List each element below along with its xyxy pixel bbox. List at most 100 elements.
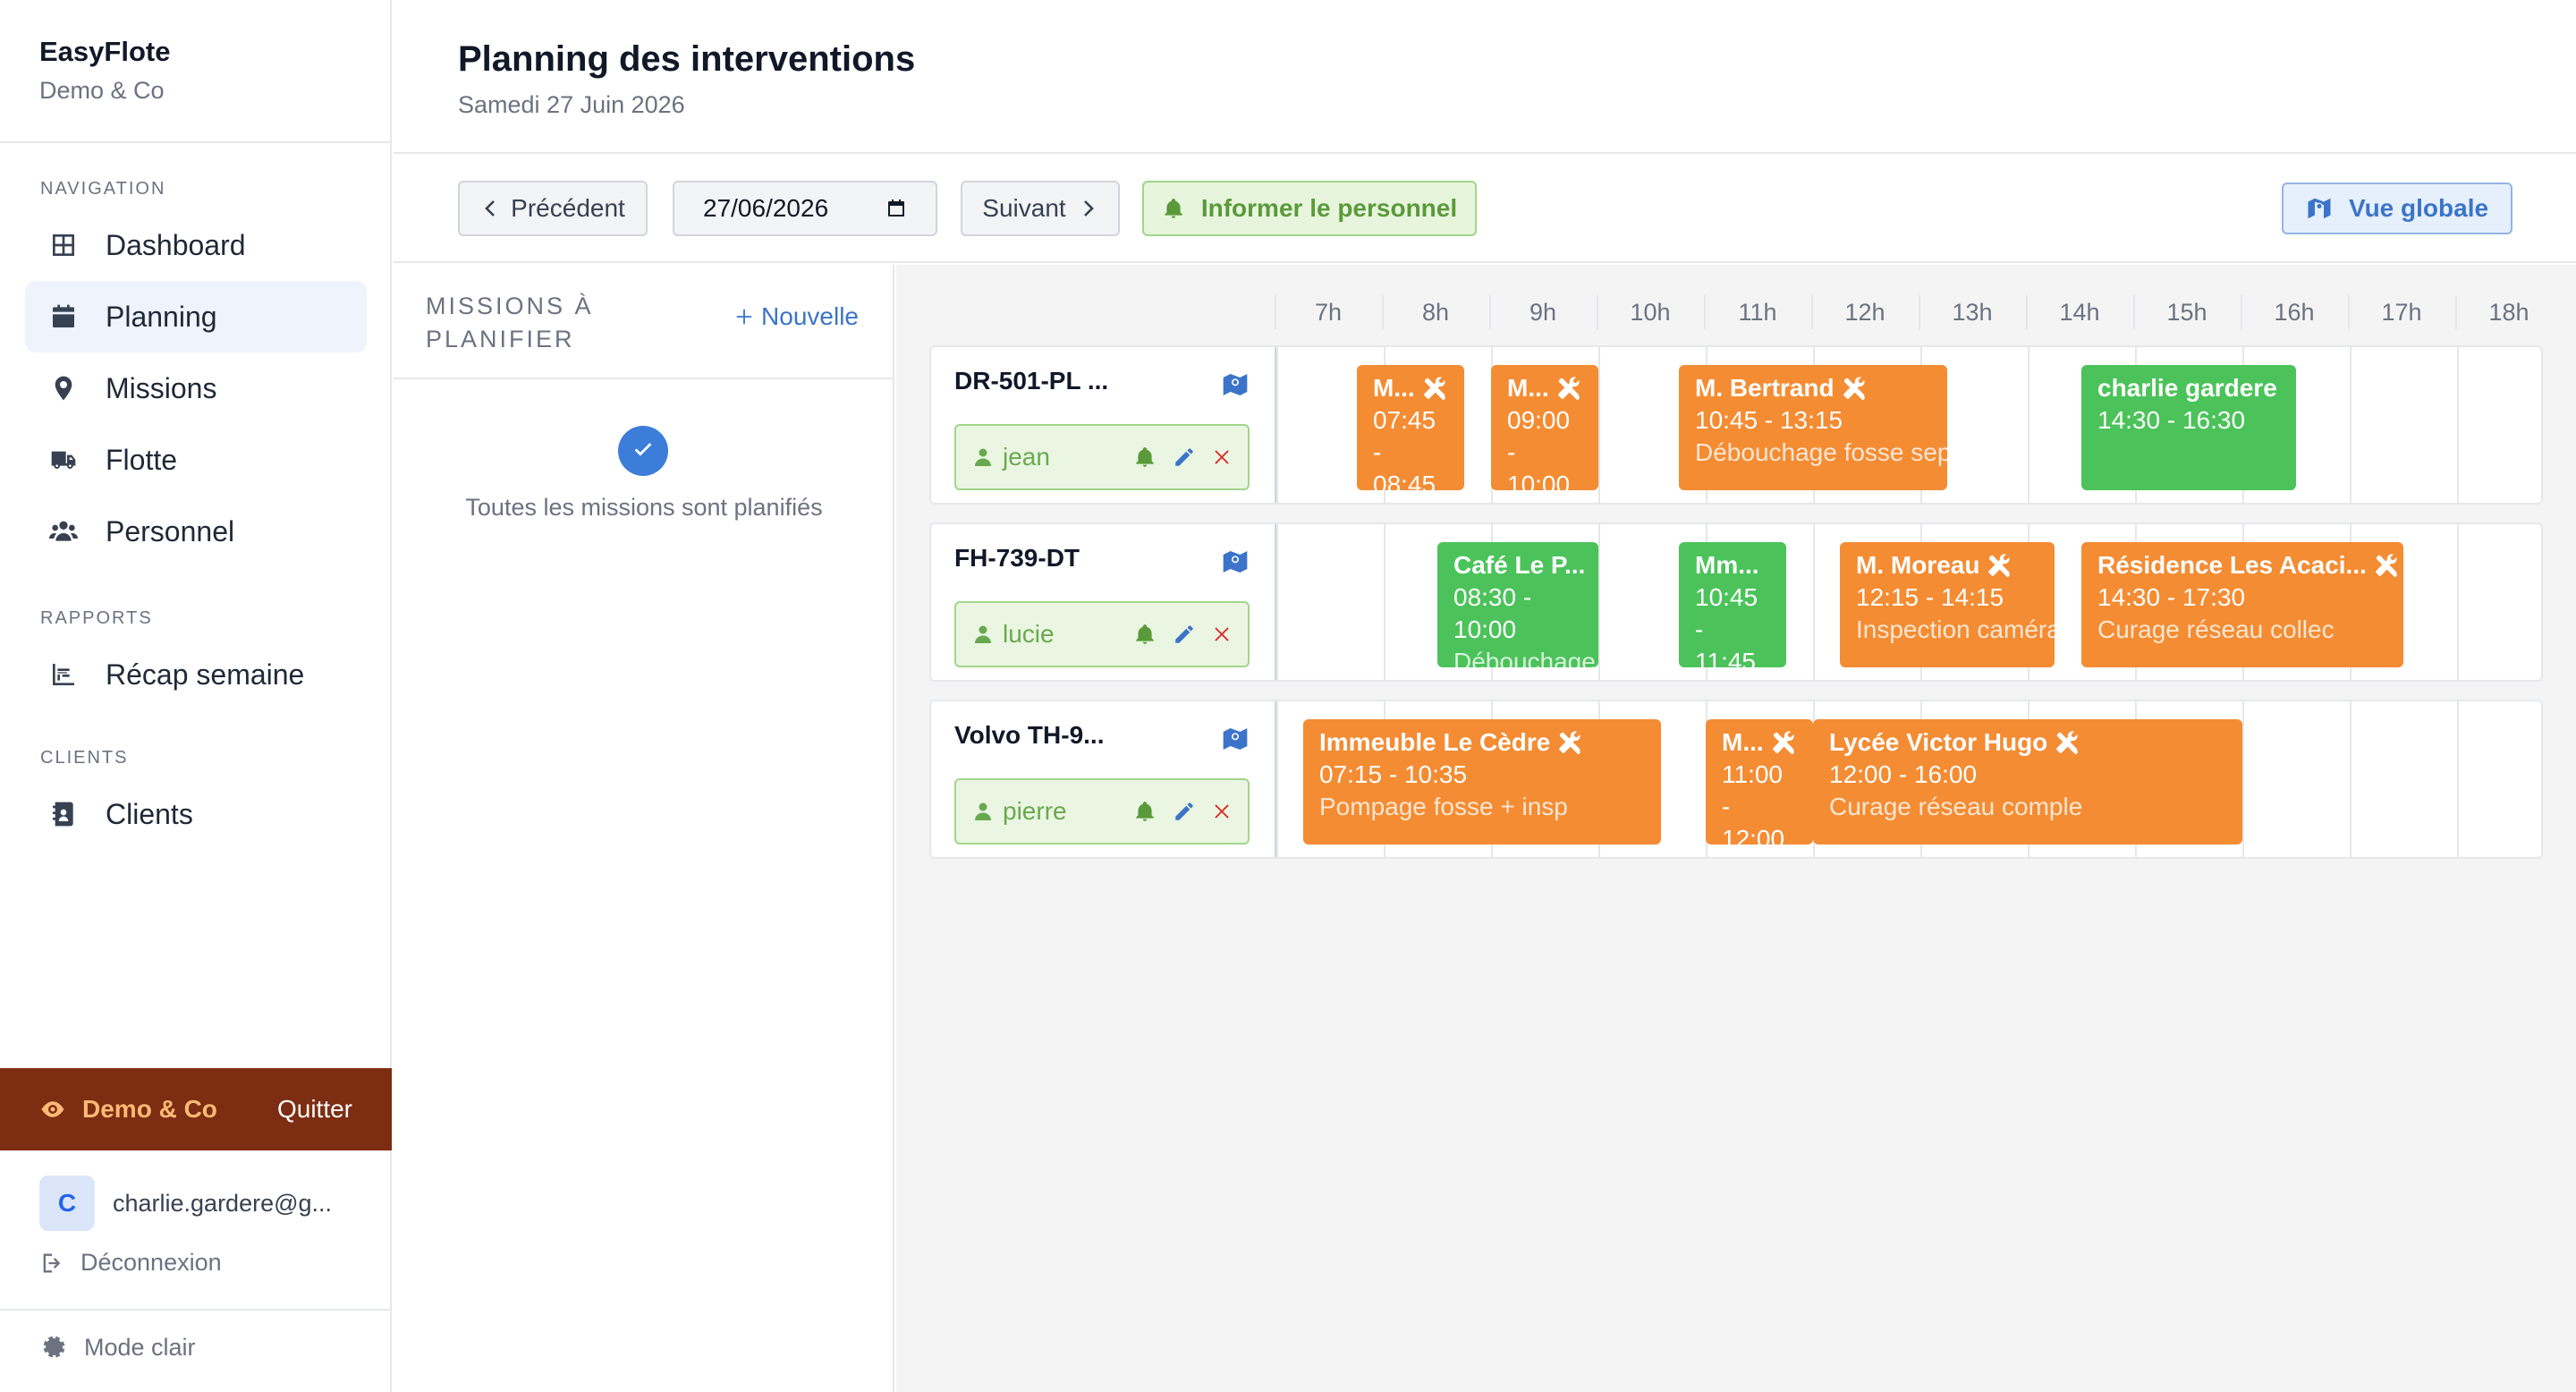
page-title: Planning des interventions	[458, 39, 916, 79]
mission-event[interactable]: Mm... 10:45 - 11:45	[1679, 542, 1786, 667]
notify-driver-button[interactable]	[1133, 623, 1157, 646]
remove-driver-button[interactable]	[1212, 447, 1232, 467]
sidebar-item-personnel[interactable]: Personnel	[25, 496, 367, 567]
calendar-icon	[48, 301, 79, 332]
mission-description: Débouchage fosse sep	[1695, 438, 1947, 466]
bar-chart-icon	[48, 659, 79, 690]
mission-description: Curage réseau collec	[2097, 615, 2334, 643]
remove-driver-button[interactable]	[1212, 624, 1232, 644]
sidebar-item-planning[interactable]: Planning	[25, 281, 367, 352]
users-icon	[48, 516, 79, 547]
missions-panel-title: MISSIONS À PLANIFIER	[426, 293, 594, 352]
pencil-icon	[1175, 448, 1193, 466]
sidebar-item-flotte[interactable]: Flotte	[25, 424, 367, 496]
notify-driver-button[interactable]	[1133, 800, 1157, 823]
date-picker[interactable]: 27/06/2026	[673, 181, 937, 236]
hour-grid-line	[2350, 701, 2351, 857]
notify-driver-button[interactable]	[1133, 446, 1157, 469]
mission-description: Pompage fosse + insp	[1319, 793, 1568, 820]
location-pin-icon	[48, 373, 79, 403]
sidebar-item-missions[interactable]: Missions	[25, 352, 367, 424]
global-view-button[interactable]: Vue globale	[2282, 182, 2512, 234]
planning-timeline: 7h 8h 9h 10h 11h 12h 13h 14h 15h 16h 17h 18h DR-501-…	[896, 265, 2576, 1392]
mission-event[interactable]: charlie gardere 14:30 - 16:30	[2081, 365, 2296, 490]
brand: EasyFlote Demo & Co	[39, 36, 170, 105]
driver-assignment: pierre	[954, 778, 1250, 845]
hour-grid-line	[1384, 524, 1385, 680]
vehicle-map-button[interactable]	[1221, 370, 1250, 399]
new-mission-button[interactable]: Nouvelle	[734, 302, 859, 331]
mission-time: 08:30 - 10:00	[1453, 583, 1532, 643]
sidebar-item-recap[interactable]: Récap semaine	[25, 639, 367, 710]
hour-grid-line	[1598, 524, 1600, 680]
mission-title-text: Immeuble Le Cèdre	[1319, 728, 1551, 756]
truck-icon	[48, 445, 79, 475]
previous-day-button[interactable]: Précédent	[458, 181, 648, 236]
sidebar: EasyFlote Demo & Co NAVIGATION Dashboard…	[0, 0, 392, 1392]
vehicle-label: FH-739-DT lucie	[931, 524, 1276, 680]
mission-time: 14:30 - 17:30	[2097, 583, 2246, 611]
mission-time: 11:00 - 12:00	[1722, 760, 1785, 845]
vehicle-name: Volvo TH-9...	[954, 721, 1105, 749]
sidebar-divider-bottom	[0, 1309, 390, 1311]
hour-grid-line	[1813, 524, 1815, 680]
contact-book-icon	[48, 799, 79, 829]
mission-time: 14:30 - 16:30	[2097, 406, 2246, 434]
edit-driver-button[interactable]	[1173, 446, 1196, 469]
logout-label: Déconnexion	[80, 1249, 222, 1276]
sidebar-item-clients[interactable]: Clients	[25, 778, 367, 850]
mission-title: M...	[1507, 374, 1588, 403]
sidebar-divider	[0, 141, 390, 143]
sidebar-item-dashboard[interactable]: Dashboard	[25, 209, 367, 281]
vehicle-name: FH-739-DT	[954, 544, 1080, 572]
logout-button[interactable]: Déconnexion	[39, 1249, 379, 1277]
edit-driver-button[interactable]	[1173, 800, 1196, 823]
impersonation-org: Demo & Co	[82, 1095, 217, 1123]
user-row: C charlie.gardere@g...	[39, 1176, 379, 1231]
mission-time: 12:15 - 14:15	[1856, 583, 2004, 611]
mission-title: Résidence Les Acaci...	[2097, 551, 2397, 580]
quit-impersonation-button[interactable]: Quitter	[277, 1095, 352, 1124]
vehicle-row: FH-739-DT lucie Café Le P... 08:30 - 10:00 D…	[929, 522, 2543, 682]
mission-event[interactable]: Café Le P... 08:30 - 10:00 Débouchage	[1437, 542, 1598, 667]
map-icon	[2308, 198, 2331, 219]
calendar-icon[interactable]	[886, 198, 907, 219]
next-day-button[interactable]: Suivant	[961, 181, 1120, 236]
vehicle-map-button[interactable]	[1221, 725, 1250, 753]
tools-icon	[1988, 554, 2011, 577]
mission-event[interactable]: Immeuble Le Cèdre 07:15 - 10:35 Pompage fo…	[1303, 719, 1661, 845]
hour-grid-line	[2028, 347, 2029, 503]
person-icon	[972, 801, 994, 822]
hour-grid-line	[2457, 347, 2459, 503]
hour-grid-line	[2457, 701, 2459, 857]
toolbar: Précédent 27/06/2026 Suivant Informer le…	[394, 156, 2576, 263]
page-header: Planning des interventions Samedi 27 Jui…	[394, 0, 2576, 154]
mission-description: Débouchage	[1453, 648, 1596, 667]
mission-time: 10:45 - 11:45	[1695, 583, 1758, 667]
mission-event[interactable]: M... 11:00 - 12:00	[1706, 719, 1813, 845]
missions-panel-header: MISSIONS À PLANIFIER Nouvelle	[394, 265, 893, 379]
mission-event[interactable]: Résidence Les Acaci... 14:30 - 17:30 Curag…	[2081, 542, 2403, 667]
sidebar-item-label: Dashboard	[106, 228, 246, 261]
tools-icon	[2056, 731, 2079, 754]
mission-event[interactable]: Lycée Victor Hugo 12:00 - 16:00 Curage rés…	[1813, 719, 2242, 845]
hour-label: 12h	[1844, 299, 1885, 326]
notify-staff-label: Informer le personnel	[1200, 194, 1458, 222]
vehicle-map-button[interactable]	[1221, 547, 1250, 576]
hour-label: 9h	[1529, 299, 1557, 326]
missions-panel: MISSIONS À PLANIFIER Nouvelle Toutes les…	[394, 265, 894, 1392]
remove-driver-button[interactable]	[1212, 802, 1232, 821]
theme-toggle[interactable]: Mode clair	[39, 1333, 196, 1362]
date-picker-value: 27/06/2026	[703, 194, 829, 222]
tools-icon	[2376, 554, 2397, 577]
notify-staff-button[interactable]: Informer le personnel	[1142, 181, 1477, 236]
vehicle-row: Volvo TH-9... pierre Immeuble Le Cèdre 07:1…	[929, 700, 2543, 859]
mission-event[interactable]: M... 07:45 - 08:45	[1357, 365, 1464, 490]
mission-title: M. Bertrand	[1695, 374, 1931, 403]
mission-event[interactable]: M... 09:00 - 10:00	[1491, 365, 1598, 490]
mission-event[interactable]: M. Bertrand 10:45 - 13:15 Débouchage fosse…	[1679, 365, 1947, 490]
edit-driver-button[interactable]	[1173, 623, 1196, 646]
mission-time: 07:45 - 08:45	[1373, 406, 1436, 490]
global-view-label: Vue globale	[2348, 194, 2489, 222]
mission-event[interactable]: M. Moreau 12:15 - 14:15 Inspection caméra …	[1840, 542, 2055, 667]
